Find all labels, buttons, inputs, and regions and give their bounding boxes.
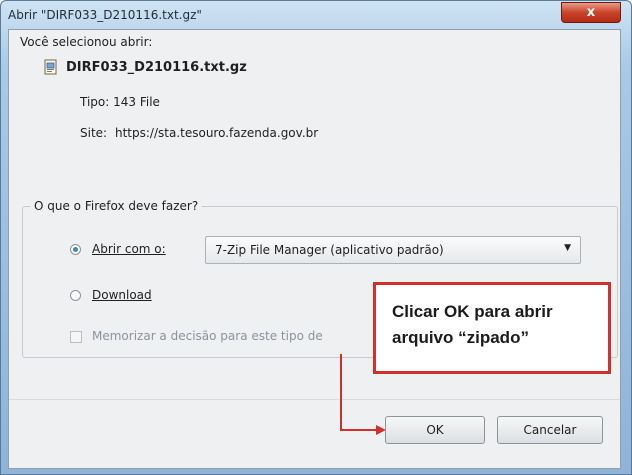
ok-button[interactable]: OK <box>385 416 485 444</box>
annotation-arrow <box>340 354 386 435</box>
cancel-button[interactable]: Cancelar <box>497 416 603 444</box>
